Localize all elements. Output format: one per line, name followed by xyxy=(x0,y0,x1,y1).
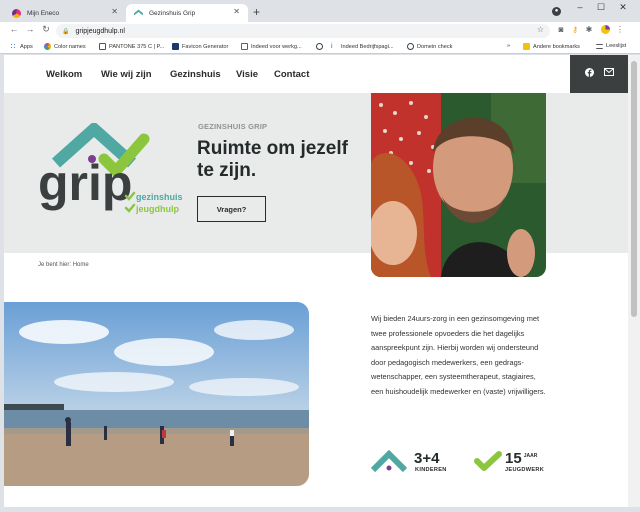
menu-kebab-icon[interactable]: ⋮ xyxy=(614,25,626,34)
mail-icon[interactable] xyxy=(604,68,614,78)
tab-title: Gezinshuis Grip xyxy=(149,9,196,17)
maximize-icon[interactable]: ☐ xyxy=(591,2,611,13)
bookmark-color-names[interactable]: Color names xyxy=(44,43,86,50)
nav-link-visie[interactable]: Visie xyxy=(236,69,258,80)
address-bar[interactable]: 🔒 gripjeugdhulp.nl ☆ xyxy=(56,24,550,38)
breadcrumb-home-link[interactable]: Home xyxy=(73,262,89,268)
nav-link-welkom[interactable]: Welkom xyxy=(46,69,82,80)
page-scrollbar[interactable] xyxy=(628,55,640,507)
bookmark-indeed-bedrijfspagina[interactable]: i Indeed Bedrijfspagi... xyxy=(331,43,394,50)
vragen-button[interactable]: Vragen? xyxy=(197,196,266,222)
site-navigation: Welkom Wie wij zijn Gezinshuis Visie Con… xyxy=(4,55,628,93)
stat-value: 3+4 xyxy=(414,450,440,467)
camera-extension-icon[interactable]: ◙ xyxy=(555,25,567,34)
more-bookmarks-chevron[interactable]: » xyxy=(507,43,510,49)
bookmark-globe[interactable] xyxy=(316,43,326,50)
key-extension-icon[interactable]: ⚷ xyxy=(569,25,581,34)
bookmark-indeed-werkgevers[interactable]: Indeed voor werkg... xyxy=(241,43,302,50)
stat-unit: JAAR xyxy=(523,453,538,459)
bookmark-domein-check[interactable]: Domein check xyxy=(407,43,452,50)
indeed-icon: i xyxy=(331,43,333,50)
logo-line-jeugdhulp: jeugdhulp xyxy=(135,204,179,214)
hero-photo xyxy=(371,93,546,277)
indeed-icon xyxy=(241,43,248,50)
url-text: gripjeugdhulp.nl xyxy=(75,27,125,35)
page-viewport: Welkom Wie wij zijn Gezinshuis Visie Con… xyxy=(4,55,628,507)
close-tab-icon[interactable]: ✕ xyxy=(111,7,118,16)
hero-kicker: GEZINSHUIS GRIP xyxy=(198,122,268,131)
favicon-icon xyxy=(172,43,179,50)
bookmarks-bar: Apps Color names PANTONE 375 C | P... Fa… xyxy=(0,40,640,54)
browser-tab-grip[interactable]: Gezinshuis Grip ✕ xyxy=(126,4,248,22)
reading-list-icon xyxy=(596,43,603,49)
logo-wordmark: grip xyxy=(38,155,132,211)
avatar-icon[interactable] xyxy=(599,25,611,36)
bookmark-favicon-generator[interactable]: Favicon Generator xyxy=(172,43,228,50)
tab-title: Mijn Eneco xyxy=(27,9,60,17)
reading-list[interactable]: Leeslijst xyxy=(596,43,626,49)
house-roof-icon xyxy=(370,450,408,472)
facebook-icon[interactable] xyxy=(585,68,594,79)
bookmark-folder-other[interactable]: Andere bookmarks xyxy=(523,43,580,50)
beach-photo xyxy=(4,302,309,486)
stat-value: 15 JAAR xyxy=(505,450,538,467)
profile-icon[interactable]: ● xyxy=(552,7,561,16)
social-bar xyxy=(570,55,628,93)
nav-link-contact[interactable]: Contact xyxy=(274,69,309,80)
intro-paragraph: Wij bieden 24uurs-zorg in een gezinsomge… xyxy=(371,314,546,396)
hero-headline: Ruimte om jezelf te zijn. xyxy=(197,138,348,181)
logo-line-gezinshuis: gezinshuis xyxy=(136,192,183,202)
stat-label: JEUGDWERK xyxy=(505,467,545,473)
bookmark-star-icon[interactable]: ☆ xyxy=(537,25,544,34)
bookmark-pantone[interactable]: PANTONE 375 C | P... xyxy=(99,43,164,50)
new-tab-icon[interactable]: + xyxy=(253,5,260,19)
apps-grid-icon xyxy=(10,43,17,50)
eneco-favicon-icon xyxy=(12,8,21,18)
forward-icon[interactable]: → xyxy=(24,24,36,34)
pantone-icon xyxy=(99,43,106,50)
close-tab-icon[interactable]: ✕ xyxy=(233,7,240,16)
globe-icon xyxy=(316,43,323,50)
stat-label: KINDEREN xyxy=(415,467,447,473)
browser-tabstrip: Mijn Eneco ✕ Gezinshuis Grip ✕ + ● – ☐ ✕ xyxy=(0,0,640,22)
color-wheel-icon xyxy=(44,43,51,50)
lock-icon: 🔒 xyxy=(62,28,70,35)
folder-icon xyxy=(523,43,530,50)
scrollbar-thumb[interactable] xyxy=(631,61,637,317)
bookmark-apps[interactable]: Apps xyxy=(10,43,33,50)
browser-toolbar: ← → ↻ 🔒 gripjeugdhulp.nl ☆ ◙ ⚷ ✱ ⋮ xyxy=(0,22,640,40)
reload-icon[interactable]: ↻ xyxy=(40,24,52,35)
browser-tab-eneco[interactable]: Mijn Eneco ✕ xyxy=(4,4,126,22)
checkmark-icon xyxy=(474,451,502,471)
puzzle-extension-icon[interactable]: ✱ xyxy=(583,25,595,34)
close-window-icon[interactable]: ✕ xyxy=(613,2,633,13)
nav-link-gezinshuis[interactable]: Gezinshuis xyxy=(170,69,221,80)
grip-logo[interactable]: grip gezinshuis jeugdhulp xyxy=(34,120,184,223)
minimize-icon[interactable]: – xyxy=(570,2,590,12)
back-icon[interactable]: ← xyxy=(8,24,20,34)
nav-link-wie-wij-zijn[interactable]: Wie wij zijn xyxy=(101,69,152,80)
breadcrumb: Je bent hier: Home xyxy=(38,262,89,268)
breadcrumb-prefix: Je bent hier: xyxy=(38,262,72,268)
globe-icon xyxy=(407,43,414,50)
grip-favicon-icon xyxy=(133,9,144,18)
